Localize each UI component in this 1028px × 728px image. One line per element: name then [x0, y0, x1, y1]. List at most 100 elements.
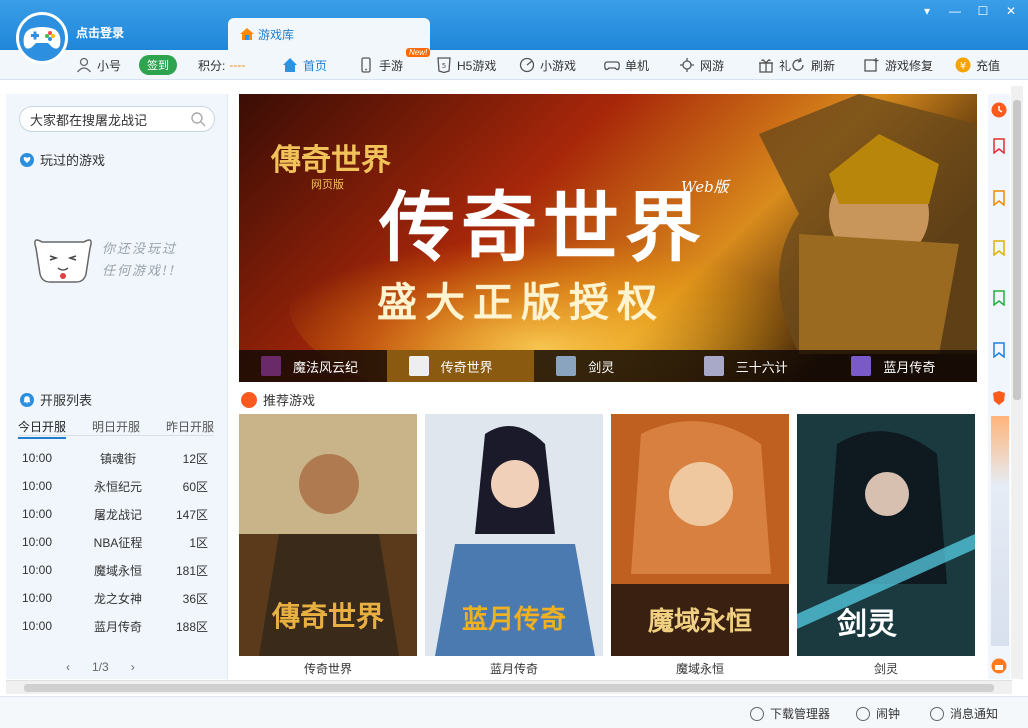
nickname-item[interactable]: 小号	[76, 50, 121, 80]
recharge-label: 充值	[976, 58, 1001, 73]
card-art-title: 蓝月传奇	[462, 605, 566, 635]
server-row[interactable]: 10:00 屠龙战记 147区	[18, 500, 214, 528]
nav-single-player-label: 单机	[625, 58, 650, 73]
game-card-label[interactable]: 魔域永恒	[611, 660, 789, 677]
banner-title: 传奇世界	[378, 183, 707, 272]
thumb-image	[851, 356, 872, 376]
pager-page: 1/3	[92, 660, 109, 674]
bookmark-blue-icon[interactable]	[991, 342, 1007, 358]
banner-thumb-label: 剑灵	[588, 359, 615, 375]
bookmark-orange-icon[interactable]	[991, 190, 1007, 206]
gift-badge-icon[interactable]	[991, 658, 1007, 674]
close-icon[interactable]: ✕	[1004, 4, 1018, 18]
card-art-title: 剑灵	[837, 607, 897, 642]
clock-badge-icon[interactable]	[991, 102, 1007, 118]
game-card[interactable]: 傳奇世界	[239, 414, 417, 656]
banner-thumb-active[interactable]: 传奇世界	[386, 350, 535, 382]
minimize-icon[interactable]: —	[948, 4, 962, 18]
nav-mobile-games[interactable]: 手游 New!	[358, 48, 431, 80]
banner-thumb[interactable]: 蓝月传奇	[829, 350, 977, 382]
server-pager: ‹ 1/3 ›	[66, 660, 135, 674]
house-icon	[240, 28, 254, 40]
game-card-label[interactable]: 蓝月传奇	[425, 660, 603, 677]
maximize-icon[interactable]: ☐	[976, 4, 990, 18]
banner-thumb[interactable]: 魔法风云纪	[239, 350, 387, 382]
banner-logo: 傳奇世界	[270, 143, 391, 178]
nav-home-label: 首页	[303, 58, 328, 73]
svg-text:¥: ¥	[960, 61, 966, 72]
no-games-line-1: 你还没玩过	[102, 242, 178, 257]
download-manager-button[interactable]: 下载管理器	[750, 705, 830, 722]
search-input[interactable]	[19, 106, 215, 132]
nav-single-player[interactable]: 单机	[604, 50, 649, 80]
game-card-label[interactable]: 剑灵	[797, 660, 975, 677]
nav-mini-games[interactable]: 小游戏	[519, 50, 576, 80]
server-zone: 147区	[175, 507, 208, 522]
menu-dropdown-icon[interactable]: ▾	[920, 4, 934, 18]
bookmark-yellow-icon[interactable]	[991, 240, 1007, 256]
vertical-scrollbar[interactable]	[1011, 86, 1023, 679]
avatar[interactable]	[16, 12, 68, 64]
server-row[interactable]: 10:00 镇魂街 12区	[18, 444, 214, 472]
side-ad-strip[interactable]	[991, 416, 1009, 646]
horizontal-scrollbar[interactable]	[6, 680, 1012, 694]
vertical-scroll-thumb[interactable]	[1013, 100, 1021, 400]
game-repair-button[interactable]: 游戏修复	[864, 50, 933, 80]
signin-button[interactable]: 签到	[139, 55, 177, 75]
gamepad-icon	[604, 61, 620, 71]
nav-mobile-games-label: 手游	[379, 58, 404, 73]
server-row[interactable]: 10:00 NBA征程 1区	[18, 528, 214, 556]
nav-gift[interactable]: 礼	[758, 50, 791, 80]
banner-thumb-label: 魔法风云纪	[293, 359, 359, 375]
game-repair-label: 游戏修复	[885, 58, 934, 73]
right-rail	[988, 94, 1010, 679]
horizontal-scroll-thumb[interactable]	[24, 684, 994, 692]
server-row[interactable]: 10:00 永恒纪元 60区	[18, 472, 214, 500]
nav-home[interactable]: 首页	[282, 50, 327, 80]
window-controls: ▾ — ☐ ✕	[920, 4, 1018, 18]
played-games-label: 玩过的游戏	[40, 153, 106, 168]
game-card[interactable]: 剑灵	[797, 414, 975, 656]
pager-prev-icon[interactable]: ‹	[66, 660, 70, 674]
toolbar: 小号 签到 积分: ---- 首页 手游 New! 5 H5游戏 小游戏 单机 …	[0, 48, 1028, 80]
alarm-button[interactable]: 闹钟	[856, 705, 900, 722]
download-icon	[750, 706, 764, 721]
game-card[interactable]: 魔域永恒	[611, 414, 789, 656]
alarm-label: 闹钟	[876, 707, 901, 721]
message-notify-button[interactable]: 消息通知	[930, 705, 998, 722]
banner-thumb[interactable]: 剑灵	[534, 350, 682, 382]
login-link[interactable]: 点击登录	[76, 24, 124, 41]
pager-next-icon[interactable]: ›	[131, 660, 135, 674]
refresh-button[interactable]: 刷新	[790, 50, 835, 80]
mini-game-icon	[519, 57, 535, 73]
server-row[interactable]: 10:00 龙之女神 36区	[18, 584, 214, 612]
refresh-icon	[792, 57, 804, 71]
banner-thumb-label: 三十六计	[735, 359, 788, 375]
tab-game-library[interactable]: 游戏库	[228, 18, 430, 50]
server-row[interactable]: 10:00 魔域永恒 181区	[18, 556, 214, 584]
server-zone: 188区	[175, 619, 208, 634]
banner-thumb-label: 传奇世界	[440, 359, 493, 375]
server-row[interactable]: 10:00 蓝月传奇 188区	[18, 612, 214, 640]
h5-icon: 5	[437, 57, 451, 73]
nav-h5-games[interactable]: 5 H5游戏	[436, 50, 496, 80]
phone-icon	[361, 57, 371, 73]
nav-online-games[interactable]: 网游	[679, 50, 724, 80]
bookmark-red-icon[interactable]	[991, 138, 1007, 154]
score-label: 积分:	[198, 58, 226, 73]
game-card-label[interactable]: 传奇世界	[239, 660, 417, 677]
bookmark-green-icon[interactable]	[991, 290, 1007, 306]
game-card[interactable]: 蓝月传奇	[425, 414, 603, 656]
recharge-button[interactable]: ¥ 充值	[955, 50, 1000, 80]
banner-thumb[interactable]: 三十六计	[682, 350, 830, 382]
search-icon[interactable]	[190, 111, 206, 127]
banner-logo-sub: 网页版	[311, 177, 344, 191]
server-list-label: 开服列表	[40, 393, 93, 408]
yen-icon: ¥	[955, 57, 971, 73]
shield-badge-icon[interactable]	[991, 390, 1007, 406]
featured-banner[interactable]: 傳奇世界 网页版 传奇世界 Web版 盛大正版授权	[239, 94, 977, 382]
server-time: 10:00	[22, 479, 53, 493]
server-list: 10:00 镇魂街 12区 10:00 永恒纪元 60区 10:00 屠龙战记 147区 1…	[18, 444, 214, 640]
nav-h5-games-label: H5游戏	[457, 58, 497, 73]
server-zone: 36区	[182, 591, 208, 606]
